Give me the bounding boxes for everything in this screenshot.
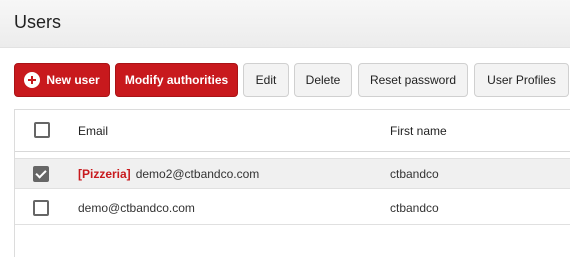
edit-label: Edit	[255, 73, 277, 87]
email-value: demo2@ctbandco.com	[135, 167, 260, 181]
table-row[interactable]: demo@ctbandco.com ctbandco	[15, 193, 570, 225]
column-header-email[interactable]: Email	[78, 124, 108, 138]
reset-password-label: Reset password	[369, 73, 457, 87]
delete-label: Delete	[305, 73, 341, 87]
row-checkbox[interactable]	[33, 200, 49, 216]
check-icon	[35, 167, 47, 179]
new-user-label: New user	[46, 73, 100, 87]
users-table: Email First name [Pizzeria] demo2@ctbandc…	[14, 109, 570, 257]
email-cell: demo@ctbandco.com	[78, 201, 195, 215]
page-title: Users	[14, 12, 62, 32]
page-header: Users	[0, 0, 570, 48]
row-checkbox-checked[interactable]	[33, 166, 49, 182]
plus-circle-icon	[24, 72, 41, 88]
email-cell: [Pizzeria] demo2@ctbandco.com	[78, 167, 259, 181]
user-profiles-button[interactable]: User Profiles	[474, 63, 569, 97]
first-name-cell: ctbandco	[390, 167, 439, 181]
new-user-button[interactable]: New user	[14, 63, 110, 97]
table-row[interactable]: [Pizzeria] demo2@ctbandco.com ctbandco	[15, 158, 570, 189]
select-all-checkbox[interactable]	[34, 122, 50, 138]
email-value: demo@ctbandco.com	[78, 201, 195, 215]
modify-authorities-button[interactable]: Modify authorities	[115, 63, 238, 97]
delete-button[interactable]: Delete	[294, 63, 352, 97]
first-name-cell: ctbandco	[390, 201, 439, 215]
column-header-first-name[interactable]: First name	[390, 124, 447, 138]
table-header-row: Email First name	[15, 110, 570, 152]
reset-password-button[interactable]: Reset password	[358, 63, 468, 97]
user-profiles-label: User Profiles	[487, 73, 556, 87]
modify-authorities-label: Modify authorities	[124, 73, 229, 87]
tenant-tag: [Pizzeria]	[78, 167, 131, 181]
edit-button[interactable]: Edit	[243, 63, 289, 97]
